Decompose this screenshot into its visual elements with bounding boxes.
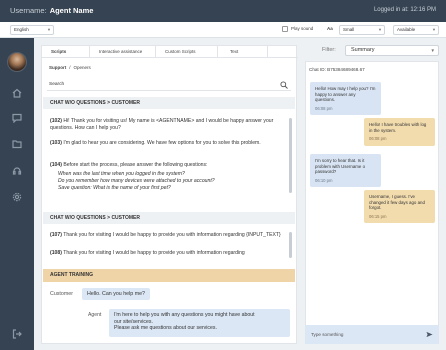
message-id: (104) [50,162,62,168]
search-icon[interactable] [280,81,288,89]
message-text: Thank you for visiting I would be happy … [63,232,281,238]
checkbox-icon[interactable] [282,26,288,32]
play-sound-label: Play sound [291,26,314,32]
tab-bar: Scripts Interactive assistance Custom Sc… [42,46,298,58]
tab-text[interactable]: Text [218,46,268,58]
message-input[interactable]: Type something [305,325,439,344]
customer-message: Hello. Can you help me? [82,288,151,300]
font-size-value: Small [343,27,355,32]
chat-transcript: Chat ID: B75384689468.67 Hello! How may … [305,61,439,344]
scripts-panel: Scripts Interactive assistance Custom Sc… [41,45,298,344]
login-time: Logged in at: 12:16 PM [373,7,436,13]
customer-bubble: I'm sorry to hear that. Is it problem wi… [310,154,381,188]
customer-bubble: Hello! How may I help you? I'm happy to … [310,82,381,116]
top-bar: Username: Agent Name Logged in at: 12:16 … [0,0,446,22]
chevron-down-icon: ▼ [432,27,436,32]
message-text: Hi! Thank you for visiting us! My name i… [50,118,274,131]
chevron-down-icon: ▼ [430,48,435,53]
toolbar: English ▼ Play sound Aa Small ▼ Available ▼ [0,22,446,38]
sidebar [0,38,34,350]
bubble-text: Username, I guess. I've changed it few d… [369,194,425,211]
message-id: (108) [50,250,62,256]
agent-response-line: Please ask me questions about our servic… [114,325,217,331]
section-header: CHAT W/O QUESTIONS > CUSTOMER [43,212,295,224]
question-item: Save question: What is the name of your … [58,185,171,191]
script-message[interactable]: (107) Thank you for visiting I would be … [50,232,285,239]
script-message[interactable]: (103) I'm glad to hear you are consideri… [50,140,285,147]
bubble-time: 06:10 pm [315,177,333,183]
message-id: (103) [50,140,62,146]
agent-response[interactable]: I'm here to help you with any questions … [109,309,290,337]
headset-icon[interactable] [12,166,22,176]
tab-scripts[interactable]: Scripts [42,46,90,58]
bubble-time: 06:08 pm [315,105,333,111]
training-header: AGENT TRAINING [43,269,295,282]
question-item: When was the last time when you logged i… [58,171,185,177]
agent-label: Agent [88,312,102,318]
script-message[interactable]: (108) Thank you for visiting I would be … [50,250,285,257]
font-size-select[interactable]: Small ▼ [339,25,385,35]
bubble-text: I'm sorry to hear that. Is it problem wi… [315,158,366,175]
status-select[interactable]: Available ▼ [393,25,439,35]
message-text: Thank you for visiting I would be happy … [63,250,245,256]
settings-icon[interactable] [12,192,22,202]
message-placeholder: Type something [311,332,344,337]
bubble-text: Hello! I have troubles with log in the s… [369,122,427,133]
filter-value: Summary [351,47,375,53]
chevron-down-icon: ▼ [47,27,51,32]
send-icon[interactable] [426,331,433,338]
avatar[interactable] [7,52,27,72]
agent-name: Agent Name [49,6,94,15]
script-message[interactable]: (102) Hi! Thank you for visiting us! My … [50,118,285,132]
tab-interactive-assistance[interactable]: Interactive assistance [90,46,156,58]
script-message[interactable]: (104) Before start the process, please a… [50,162,285,192]
filter-label: Filter: [322,47,336,53]
home-icon[interactable] [12,88,22,98]
breadcrumb-separator: / [69,65,71,70]
scrollbar[interactable] [289,232,292,258]
search-placeholder: Search [49,82,65,87]
breadcrumb: Support / Openers [49,65,94,70]
bubble-text: Hello! How may I help you? I'm happy to … [315,86,376,103]
chat-icon[interactable] [12,113,22,124]
font-size-icon: Aa [327,26,333,31]
status-value: Available [397,27,416,32]
agent-bubble: Hello! I have troubles with log in the s… [364,118,435,146]
bubble-time: 06:08 pm [369,136,387,142]
question-item: Do you remember how many devices were at… [58,178,215,184]
section-header: CHAT W/O QUESTIONS > CUSTOMER [43,97,295,109]
chevron-down-icon: ▼ [378,27,382,32]
agent-bubble: Username, I guess. I've changed it few d… [364,190,435,224]
language-select[interactable]: English ▼ [10,25,54,35]
message-id: (102) [50,118,62,124]
customer-label: Customer [50,291,73,297]
tab-custom-scripts[interactable]: Custom Scripts [156,46,218,58]
filter-select[interactable]: Summary ▼ [345,45,439,56]
play-sound-toggle[interactable]: Play sound [282,26,313,32]
scrollbar[interactable] [289,118,292,193]
bubble-time: 06:15 pm [369,213,387,219]
username-display: Username: Agent Name [10,6,93,15]
breadcrumb-root[interactable]: Support [49,65,66,70]
chat-panel: Filter: Summary ▼ Chat ID: B75384689468.6… [305,45,439,344]
chat-id: Chat ID: B75384689468.67 [309,67,365,72]
search-input[interactable]: Search [47,79,291,91]
message-text: Before start the process, please answer … [63,162,208,168]
message-text: I'm glad to hear you are considering. We… [63,140,261,146]
message-id: (107) [50,232,62,238]
username-label: Username: [10,6,47,15]
breadcrumb-current: Openers [73,65,91,70]
language-value: English [14,27,29,32]
folder-icon[interactable] [12,139,22,149]
logout-icon[interactable] [12,329,22,339]
